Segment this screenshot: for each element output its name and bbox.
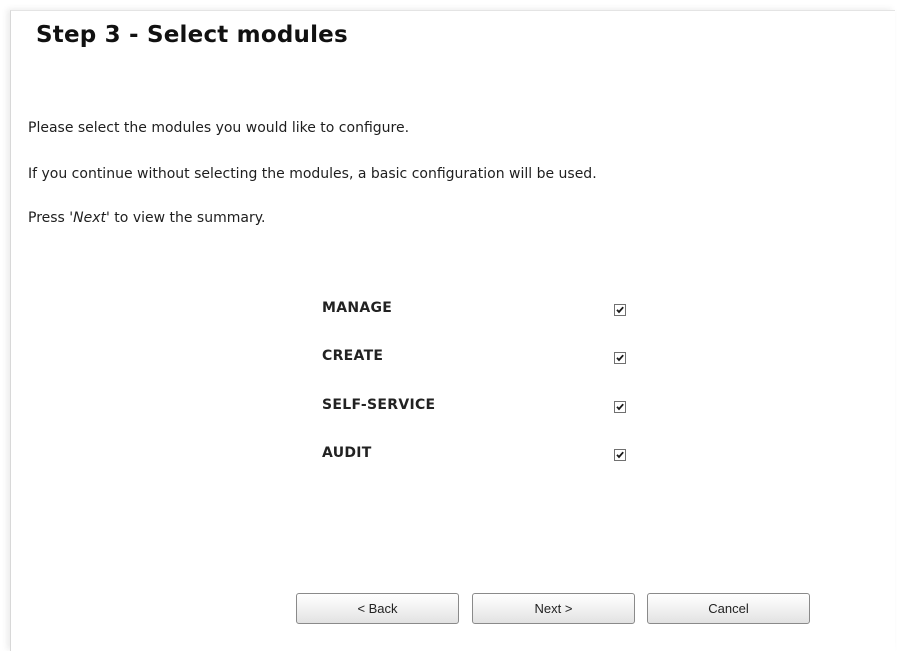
intro-text-line-2: If you continue without selecting the mo… xyxy=(28,166,597,182)
checkmark-icon xyxy=(616,403,624,411)
module-row-audit: AUDIT xyxy=(322,445,642,469)
intro-text-emphasis: 'Next' xyxy=(69,210,110,226)
checkmark-icon xyxy=(616,306,624,314)
module-label-manage: MANAGE xyxy=(322,300,393,316)
intro-text-line-3: Press 'Next' to view the summary. xyxy=(28,210,265,226)
next-button[interactable]: Next > xyxy=(472,593,635,624)
checkmark-icon xyxy=(616,451,624,459)
module-checkbox-manage[interactable] xyxy=(614,304,626,316)
wizard-panel xyxy=(10,10,895,651)
intro-text-prefix: Press xyxy=(28,210,70,226)
cancel-button[interactable]: Cancel xyxy=(647,593,810,624)
checkmark-icon xyxy=(616,354,624,362)
module-label-self-service: SELF-SERVICE xyxy=(322,397,436,413)
page-title: Step 3 - Select modules xyxy=(36,22,348,48)
back-button[interactable]: < Back xyxy=(296,593,459,624)
module-label-create: CREATE xyxy=(322,348,384,364)
intro-text-line-1: Please select the modules you would like… xyxy=(28,120,410,136)
module-row-create: CREATE xyxy=(322,348,642,372)
module-row-manage: MANAGE xyxy=(322,300,642,324)
module-label-audit: AUDIT xyxy=(322,445,372,461)
module-row-self-service: SELF-SERVICE xyxy=(322,397,642,421)
module-checkbox-self-service[interactable] xyxy=(614,401,626,413)
intro-text-suffix: to view the summary. xyxy=(109,210,266,226)
module-checkbox-create[interactable] xyxy=(614,352,626,364)
module-checkbox-audit[interactable] xyxy=(614,449,626,461)
